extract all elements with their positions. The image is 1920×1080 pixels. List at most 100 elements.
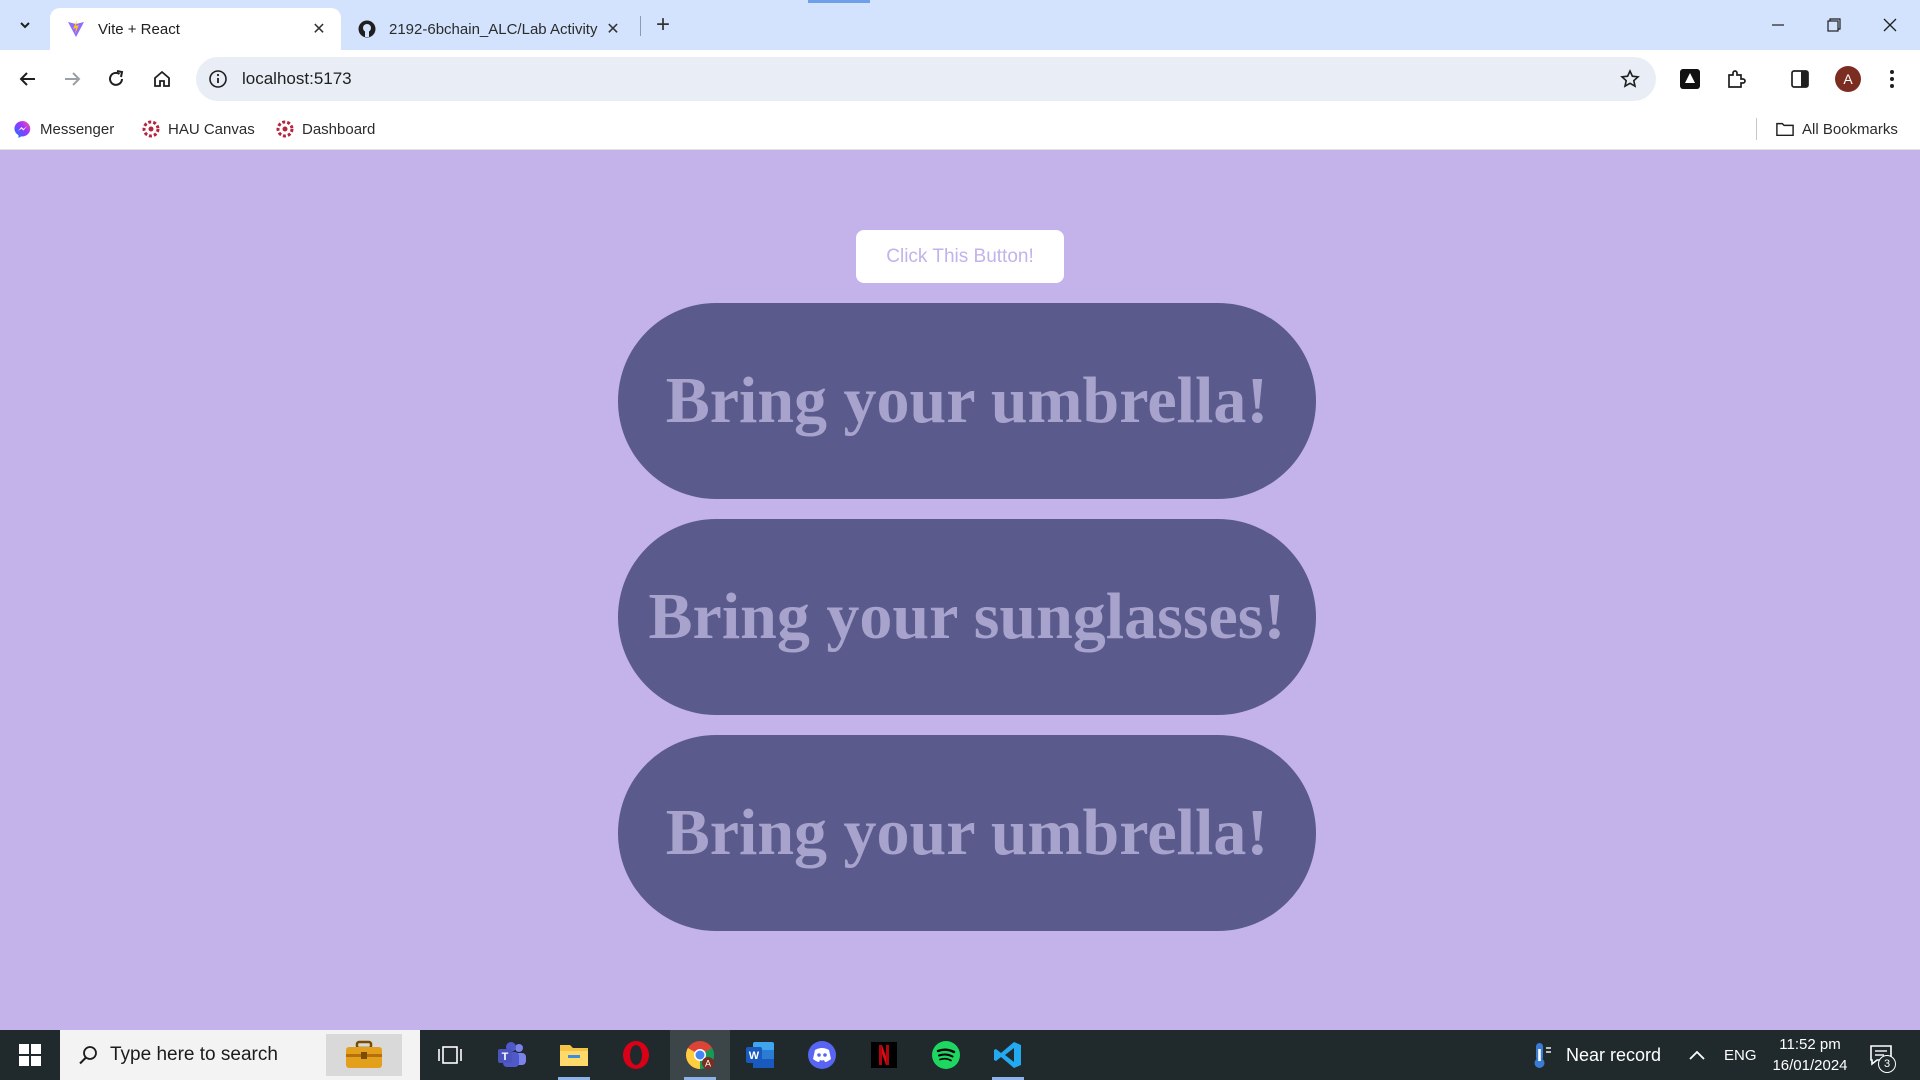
teams-icon: T (498, 1042, 526, 1067)
netflix-icon (871, 1042, 897, 1068)
language-text: ENG (1724, 1046, 1757, 1064)
task-view-icon (438, 1046, 462, 1064)
windows-logo-icon (19, 1044, 41, 1066)
minimize-button[interactable] (1750, 0, 1806, 50)
word-app[interactable]: W (734, 1030, 786, 1080)
chevron-down-icon (20, 22, 30, 29)
arrow-left-icon (19, 72, 35, 86)
vscode-app[interactable] (982, 1030, 1034, 1080)
reload-button[interactable] (100, 63, 132, 95)
tab-divider (640, 16, 641, 36)
bookmark-label: Dashboard (302, 120, 376, 138)
opera-icon (623, 1041, 649, 1069)
extensions-puzzle-icon[interactable] (1720, 63, 1752, 95)
svg-text:W: W (749, 1050, 760, 1062)
folder-icon (560, 1045, 588, 1066)
all-bookmarks-label: All Bookmarks (1802, 120, 1898, 138)
messenger-icon (14, 120, 32, 138)
svg-text:A: A (705, 1059, 711, 1069)
home-button[interactable] (146, 63, 178, 95)
date-text: 16/01/2024 (1772, 1057, 1848, 1074)
back-button[interactable] (12, 63, 44, 95)
plus-icon: + (655, 11, 670, 38)
reload-icon (109, 70, 124, 86)
arrow-right-icon (65, 72, 81, 86)
chrome-app[interactable]: A (670, 1030, 730, 1080)
bookmark-messenger[interactable]: Messenger (14, 117, 114, 141)
start-button[interactable] (0, 1030, 60, 1080)
close-tab-icon[interactable]: ✕ (601, 17, 625, 41)
search-icon (76, 1043, 100, 1067)
discord-app[interactable] (796, 1030, 848, 1080)
home-icon (154, 70, 170, 87)
tray-overflow-button[interactable] (1688, 1030, 1706, 1080)
canvas-icon (276, 120, 294, 138)
bookmark-label: HAU Canvas (168, 120, 255, 138)
weather-text: Near record (1566, 1044, 1662, 1065)
bookmark-hau-canvas[interactable]: HAU Canvas (142, 117, 255, 141)
word-icon: W (746, 1042, 774, 1068)
chrome-icon: A (686, 1041, 714, 1069)
site-info-icon[interactable] (206, 67, 230, 91)
browser-toolbar: localhost:5173 A (0, 50, 1920, 108)
profile-avatar[interactable]: A (1832, 63, 1864, 95)
taskbar-search[interactable]: Type here to search (60, 1030, 420, 1080)
new-tab-button[interactable]: + (650, 11, 676, 38)
bookmark-star-icon[interactable] (1618, 67, 1642, 91)
bookmark-dashboard[interactable]: Dashboard (276, 117, 375, 141)
extension-app-icon[interactable] (1674, 63, 1706, 95)
close-icon (1883, 18, 1897, 32)
vite-logo-icon (66, 19, 86, 39)
tab-search-button[interactable] (12, 12, 38, 38)
discord-icon (808, 1041, 836, 1069)
chevron-up-icon (1689, 1050, 1705, 1060)
tab-title: Vite + React (98, 20, 180, 38)
language-indicator[interactable]: ENG (1724, 1030, 1757, 1080)
svg-text:T: T (502, 1051, 509, 1063)
tab-github[interactable]: 2192-6bchain_ALC/Lab Activity ✕ (345, 8, 635, 50)
briefcase-icon[interactable] (326, 1034, 402, 1076)
spotify-icon (932, 1041, 960, 1069)
tab-strip: Vite + React ✕ 2192-6bchain_ALC/Lab Acti… (0, 0, 1920, 50)
message-card: Bring your sunglasses! (618, 519, 1316, 715)
minimize-icon (1772, 24, 1784, 26)
tab-vite-react[interactable]: Vite + React ✕ (50, 8, 341, 50)
address-bar[interactable]: localhost:5173 (196, 57, 1656, 101)
close-window-button[interactable] (1862, 0, 1918, 50)
canvas-icon (142, 120, 160, 138)
folder-icon (1776, 120, 1794, 138)
vscode-icon (994, 1042, 1021, 1068)
restore-icon (1827, 18, 1841, 32)
search-placeholder: Type here to search (110, 1044, 278, 1065)
all-bookmarks-button[interactable]: All Bookmarks (1776, 117, 1898, 141)
file-explorer-app[interactable] (548, 1030, 600, 1080)
url-text[interactable]: localhost:5173 (242, 69, 352, 89)
clock[interactable]: 11:52 pm 16/01/2024 (1772, 1034, 1848, 1076)
bookmarks-divider (1756, 118, 1757, 140)
tab-title: 2192-6bchain_ALC/Lab Activity (389, 20, 598, 38)
click-this-button[interactable]: Click This Button! (856, 230, 1064, 283)
restore-button[interactable] (1806, 0, 1862, 50)
spotify-app[interactable] (920, 1030, 972, 1080)
page-content: Click This Button! Bring your umbrella! … (0, 151, 1920, 1030)
netflix-app[interactable] (858, 1030, 910, 1080)
opera-app[interactable] (610, 1030, 662, 1080)
forward-button[interactable] (56, 63, 88, 95)
message-card: Bring your umbrella! (618, 303, 1316, 499)
notification-count-badge: 3 (1878, 1055, 1896, 1073)
teams-app[interactable]: T (486, 1030, 538, 1080)
message-text: Bring your umbrella! (665, 796, 1269, 869)
windows-taskbar: Type here to search T A W Near record EN… (0, 1030, 1920, 1080)
time-text: 11:52 pm (1779, 1036, 1841, 1053)
side-panel-icon[interactable] (1784, 63, 1816, 95)
message-card: Bring your umbrella! (618, 735, 1316, 931)
weather-widget[interactable]: Near record (1528, 1030, 1661, 1080)
close-tab-icon[interactable]: ✕ (307, 17, 331, 41)
menu-kebab-icon[interactable] (1876, 63, 1908, 95)
avatar: A (1835, 66, 1861, 92)
task-view-button[interactable] (424, 1030, 476, 1080)
github-logo-icon (357, 19, 377, 39)
bookmark-label: Messenger (40, 120, 115, 138)
drag-indicator (808, 0, 870, 3)
message-text: Bring your sunglasses! (648, 580, 1286, 653)
